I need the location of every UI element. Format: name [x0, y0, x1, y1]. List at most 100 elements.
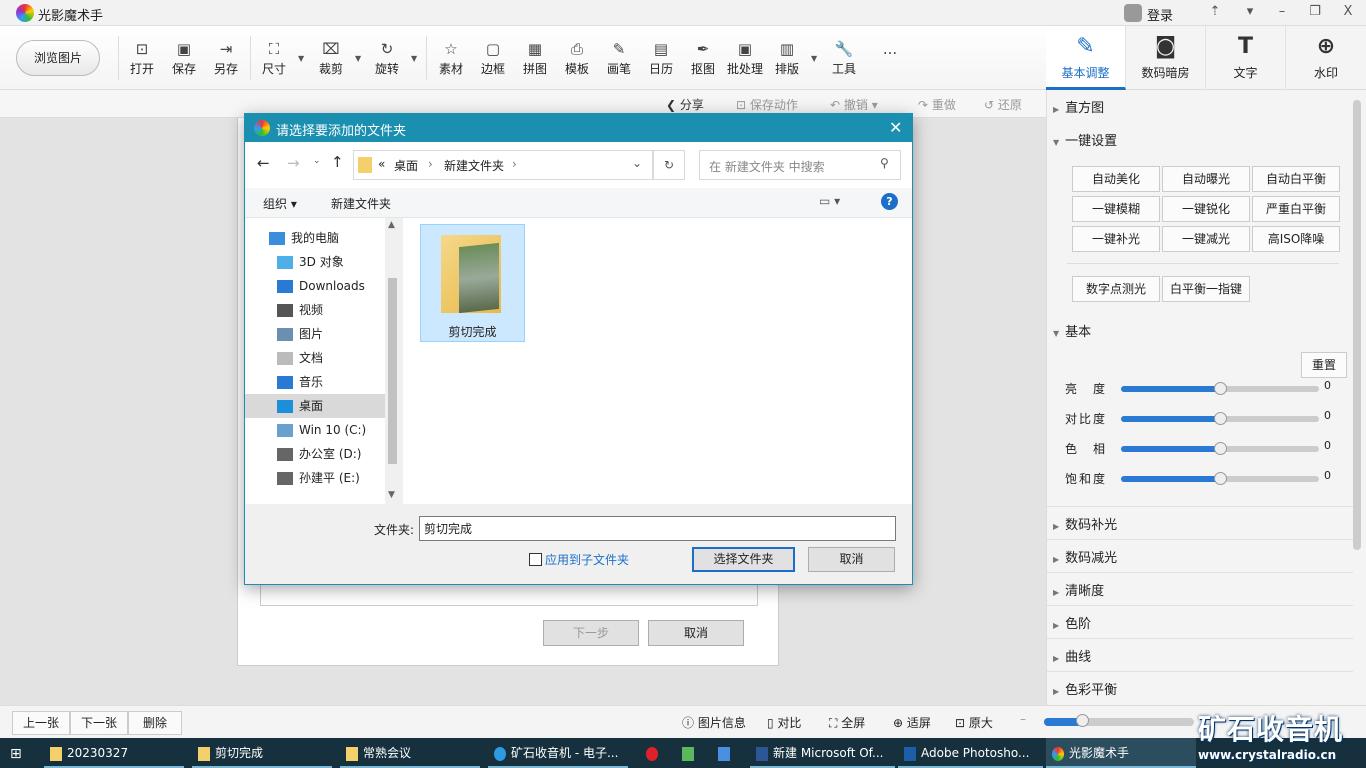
tree-item[interactable]: 音乐: [277, 370, 392, 394]
collapsed-section[interactable]: ▶ 数码补光: [1053, 514, 1117, 533]
tab-watermark[interactable]: ⊕ 水印: [1286, 26, 1366, 90]
brush-button[interactable]: ✎ 画笔: [599, 40, 639, 77]
help-icon[interactable]: ?: [881, 193, 898, 210]
material-button[interactable]: ☆ 素材: [431, 40, 471, 77]
address-dropdown-icon[interactable]: ⌄: [632, 156, 642, 170]
user-avatar-icon[interactable]: [1124, 4, 1142, 22]
compare-button[interactable]: ▯ 对比: [767, 714, 801, 731]
tab-basic-adjust[interactable]: ✎ 基本调整: [1046, 26, 1126, 90]
next-image-button[interactable]: 下一张: [70, 711, 128, 735]
feishu-icon[interactable]: [712, 738, 746, 768]
refresh-button[interactable]: ↻: [653, 150, 685, 180]
more-button[interactable]: ...: [870, 40, 910, 60]
restore-button[interactable]: ↺ 还原: [984, 96, 1022, 113]
blur-button[interactable]: 一键模糊: [1072, 196, 1160, 222]
wb-picker-button[interactable]: 白平衡一指键: [1162, 276, 1250, 302]
adjust-slider[interactable]: [1121, 412, 1319, 425]
section-histogram[interactable]: ▶ 直方图: [1053, 97, 1104, 116]
search-input[interactable]: 在 新建文件夹 中搜索 ⚲: [699, 150, 901, 180]
adjust-slider[interactable]: [1121, 442, 1319, 455]
reset-button[interactable]: 重置: [1301, 352, 1347, 378]
taskbar-item[interactable]: Adobe Photosho...: [898, 738, 1043, 768]
tree-item[interactable]: 办公室 (D:): [277, 442, 392, 466]
up-button[interactable]: ↑: [331, 153, 344, 171]
batch-button[interactable]: ▣ 批处理: [723, 40, 767, 77]
redo-button[interactable]: ↷ 重做: [918, 96, 956, 113]
collapsed-section[interactable]: ▶ 清晰度: [1053, 580, 1104, 599]
tree-item[interactable]: 3D 对象: [277, 250, 392, 274]
tree-item[interactable]: 文档: [277, 346, 392, 370]
apply-subfolders-label[interactable]: 应用到子文件夹: [545, 551, 629, 568]
tree-scrollbar[interactable]: ▲ ▼: [385, 218, 400, 504]
skin-icon[interactable]: ⇡: [1205, 4, 1225, 19]
tree-item[interactable]: 视频: [277, 298, 392, 322]
taskbar-item[interactable]: 新建 Microsoft Of...: [750, 738, 895, 768]
tab-darkroom[interactable]: ◙ 数码暗房: [1126, 26, 1206, 90]
folder-input[interactable]: 剪切完成: [419, 516, 896, 541]
layout-button[interactable]: ▥ 排版: [767, 40, 807, 77]
section-oneclick[interactable]: ▼ 一键设置: [1053, 130, 1117, 149]
panel-scrollbar[interactable]: [1353, 100, 1361, 550]
apply-subfolders-checkbox[interactable]: [529, 553, 542, 566]
dialog-cancel-button[interactable]: 取消: [808, 547, 895, 572]
share-button[interactable]: ❮ 分享: [666, 96, 704, 113]
layout-dropdown-icon[interactable]: ▼: [811, 54, 817, 63]
view-options-icon[interactable]: ▭ ▾: [819, 194, 840, 208]
calendar-button[interactable]: ▤ 日历: [641, 40, 681, 77]
tree-item[interactable]: 图片: [277, 322, 392, 346]
next-step-button[interactable]: 下一步: [543, 620, 639, 646]
organize-button[interactable]: 组织 ▾: [263, 195, 297, 212]
collapsed-section[interactable]: ▶ 色阶: [1053, 613, 1091, 632]
tools-button[interactable]: 🔧 工具: [824, 40, 864, 77]
address-bar[interactable]: « 桌面 › 新建文件夹 › ⌄: [353, 150, 653, 180]
taskbar-item[interactable]: 常熟会议: [340, 738, 480, 768]
original-size-button[interactable]: ⊡ 原大: [955, 714, 993, 731]
recent-dropdown-icon[interactable]: ⌄: [313, 156, 321, 166]
spot-metering-button[interactable]: 数字点测光: [1072, 276, 1160, 302]
reduce-light-button[interactable]: 一键减光: [1162, 226, 1250, 252]
zoom-slider[interactable]: [1044, 714, 1194, 727]
slider-thumb[interactable]: [1214, 472, 1227, 485]
zoom-slider-thumb[interactable]: [1075, 714, 1089, 727]
auto-beautify-button[interactable]: 自动美化: [1072, 166, 1160, 192]
fullscreen-button[interactable]: ⛶ 全屏: [829, 714, 865, 731]
save-as-button[interactable]: ⇥ 另存: [206, 40, 246, 77]
fill-light-button[interactable]: 一键补光: [1072, 226, 1160, 252]
section-basic[interactable]: ▼ 基本: [1053, 321, 1091, 340]
crop-button[interactable]: ⌧ 裁剪: [311, 40, 351, 77]
cutout-button[interactable]: ✒ 抠图: [683, 40, 723, 77]
adjust-slider[interactable]: [1121, 382, 1319, 395]
collapsed-section[interactable]: ▶ 数码减光: [1053, 547, 1117, 566]
browse-images-button[interactable]: 浏览图片: [16, 40, 100, 76]
breadcrumb-item[interactable]: 桌面: [394, 157, 418, 174]
collapsed-section[interactable]: ▶ 色彩平衡: [1053, 679, 1117, 698]
prev-image-button[interactable]: 上一张: [12, 711, 70, 735]
image-info-button[interactable]: ⓘ 图片信息: [682, 714, 746, 731]
wizard-cancel-button[interactable]: 取消: [648, 620, 744, 646]
fit-screen-button[interactable]: ⊕ 适屏: [893, 714, 931, 731]
severe-wb-button[interactable]: 严重白平衡: [1252, 196, 1340, 222]
forward-button[interactable]: →: [287, 154, 300, 172]
crop-dropdown-icon[interactable]: ▼: [355, 54, 361, 63]
collapsed-section[interactable]: ▶ 曲线: [1053, 646, 1091, 665]
auto-white-balance-button[interactable]: 自动白平衡: [1252, 166, 1340, 192]
template-button[interactable]: ⎙ 模板: [557, 40, 597, 77]
select-folder-button[interactable]: 选择文件夹: [692, 547, 795, 572]
tree-item[interactable]: 我的电脑: [269, 226, 384, 250]
opera-icon[interactable]: [640, 738, 674, 768]
taskbar-item[interactable]: 剪切完成: [192, 738, 332, 768]
undo-button[interactable]: ↶ 撤销 ▾: [830, 96, 878, 113]
resize-dropdown-icon[interactable]: ▼: [298, 54, 304, 63]
zoom-out-icon[interactable]: –: [1020, 712, 1026, 726]
tree-item[interactable]: 孙建平 (E:): [277, 466, 392, 490]
adjust-slider[interactable]: [1121, 472, 1319, 485]
minimize-button[interactable]: –: [1272, 4, 1292, 19]
resize-button[interactable]: ⛶ 尺寸: [254, 40, 294, 77]
border-button[interactable]: ▢ 边框: [473, 40, 513, 77]
save-button[interactable]: ▣ 保存: [164, 40, 204, 77]
breadcrumb-item[interactable]: 新建文件夹: [444, 157, 504, 174]
windows-start-icon[interactable]: ⊞: [10, 746, 22, 762]
taskbar-item[interactable]: 20230327: [44, 738, 184, 768]
save-action-button[interactable]: ⊡ 保存动作: [736, 96, 798, 113]
slider-thumb[interactable]: [1214, 382, 1227, 395]
